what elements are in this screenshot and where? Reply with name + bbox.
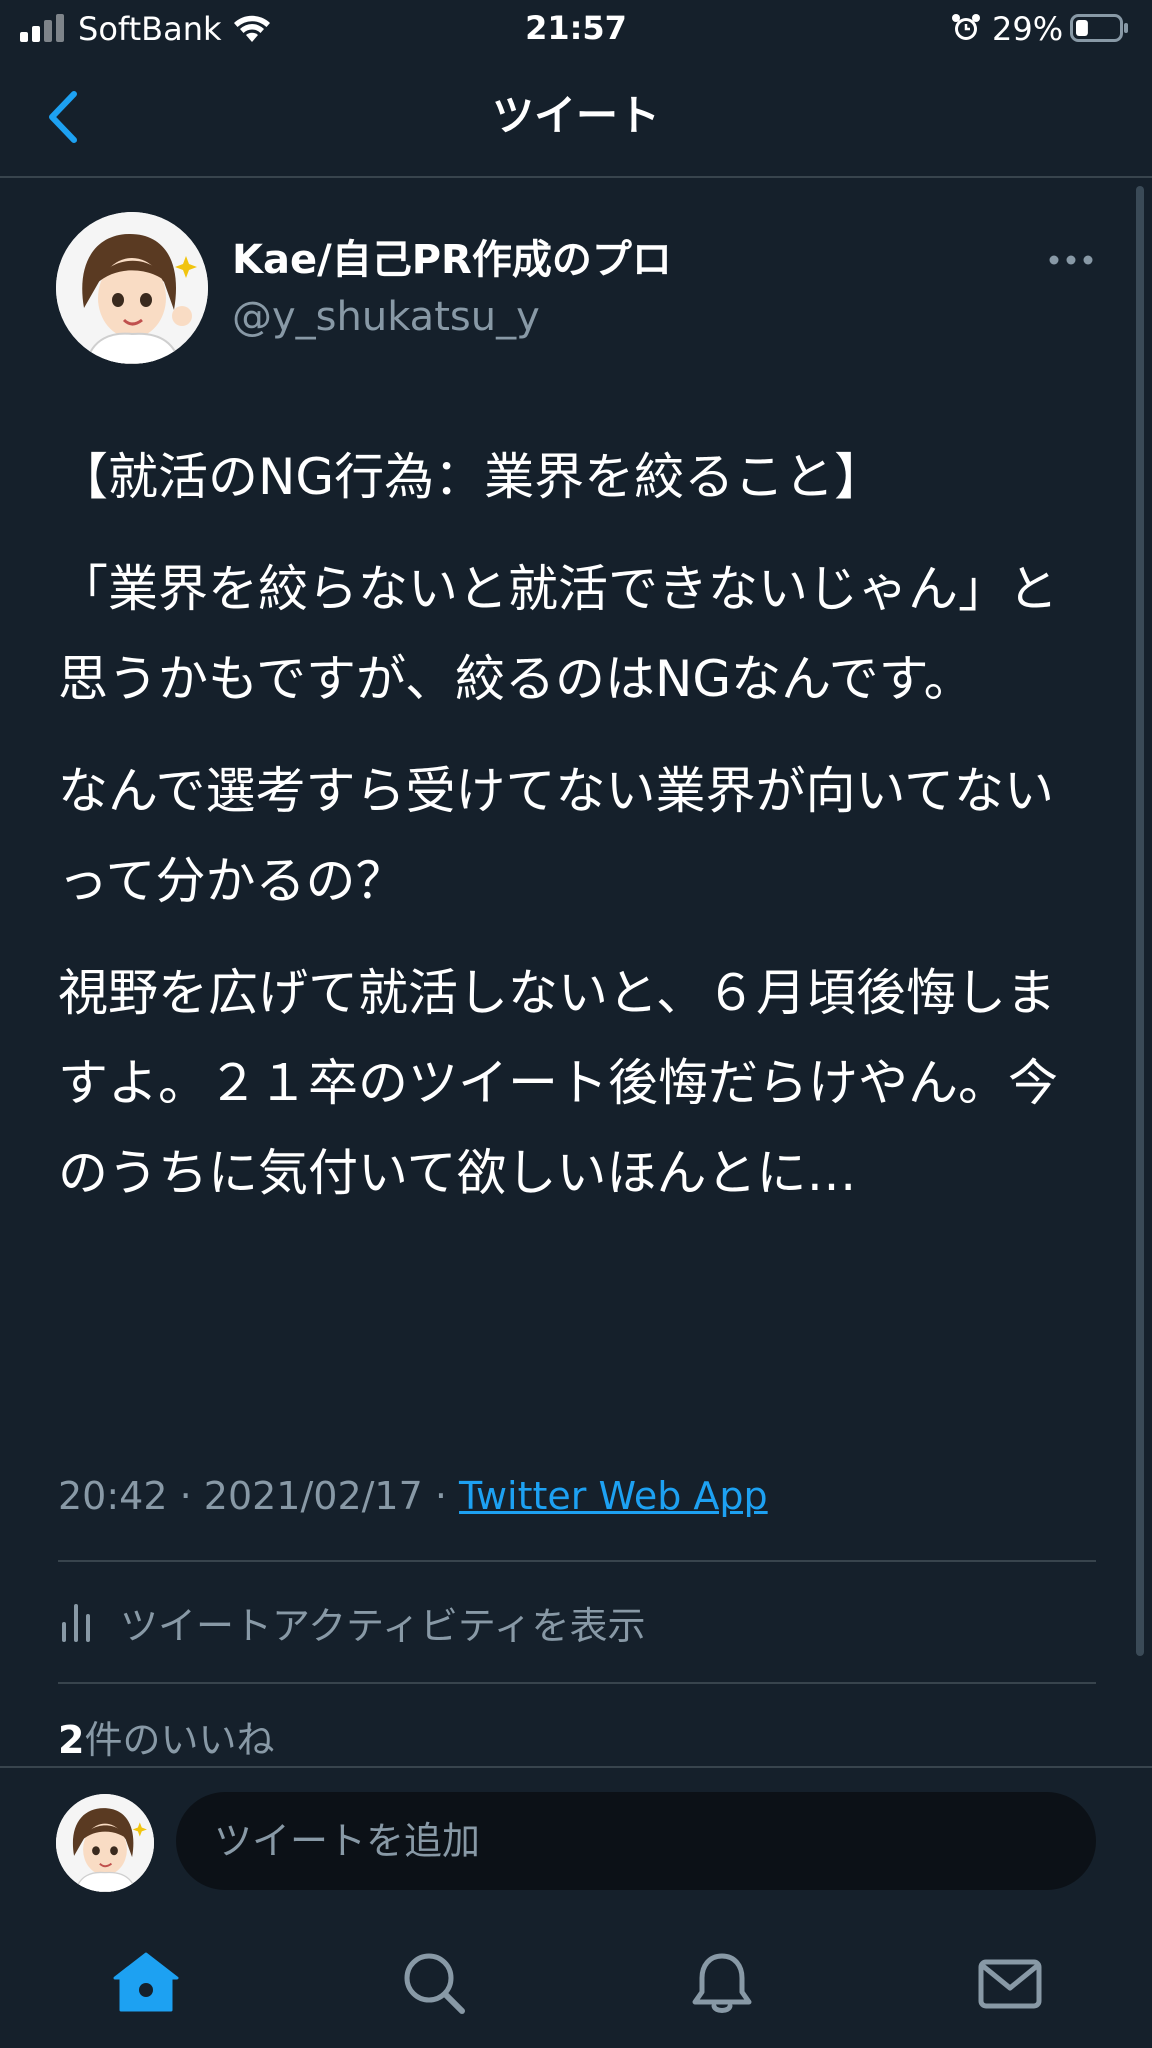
more-horizontal-icon bbox=[1049, 255, 1093, 265]
tweet-source-link[interactable]: Twitter Web App bbox=[459, 1474, 768, 1518]
divider bbox=[58, 1682, 1096, 1684]
likes-count-link[interactable]: 2件のいいね bbox=[58, 1714, 274, 1766]
reply-input[interactable] bbox=[176, 1792, 1096, 1890]
tweet-paragraph: 「業界を絞らないと就活できないじゃん」と思うかもですが、絞るのはNGなんです。 bbox=[58, 560, 1058, 708]
search-icon bbox=[404, 1953, 465, 2014]
tab-messages[interactable] bbox=[975, 1948, 1045, 2018]
tweet-date: 2021/02/17 bbox=[203, 1474, 423, 1518]
likes-count: 2 bbox=[58, 1718, 85, 1762]
tweet-time: 20:42 bbox=[58, 1474, 168, 1518]
tweet-paragraph: なんで選考すら受けてない業界が向いてないって分かるの？ bbox=[58, 762, 1054, 910]
tab-notifications[interactable] bbox=[687, 1948, 757, 2018]
tweet-text: 【就活のNG行為：業界を絞ること】 「業界を絞らないと就活できないじゃん」と思う… bbox=[58, 432, 1088, 1240]
status-bar: SoftBank 21:57 29% bbox=[0, 0, 1152, 58]
likes-label: 件のいいね bbox=[84, 1718, 275, 1762]
header-divider bbox=[0, 176, 1152, 178]
author-handle: @y_shukatsu_y bbox=[232, 294, 540, 340]
tweet-paragraph: 【就活のNG行為：業界を絞ること】 bbox=[58, 448, 885, 506]
author-display-name[interactable]: Kae/自己PR作成のプロ bbox=[232, 236, 672, 284]
scrollbar[interactable] bbox=[1136, 186, 1144, 1656]
alarm-clock-icon bbox=[952, 14, 980, 40]
user-avatar[interactable] bbox=[56, 1794, 154, 1892]
meta-separator: · bbox=[167, 1474, 204, 1518]
tweet-meta: 20:42 · 2021/02/17 · Twitter Web App bbox=[58, 1470, 768, 1522]
bell-icon bbox=[692, 1953, 752, 2013]
meta-separator: · bbox=[422, 1474, 460, 1518]
composer-divider bbox=[0, 1766, 1152, 1768]
tweet-activity-label: ツイートアクティビティを表示 bbox=[120, 1603, 646, 1648]
more-options-button[interactable] bbox=[1046, 240, 1096, 280]
author-avatar[interactable] bbox=[56, 212, 208, 364]
battery-icon bbox=[1070, 14, 1128, 42]
bar-chart-icon bbox=[62, 1604, 90, 1642]
home-icon bbox=[113, 1952, 179, 2012]
battery-percentage: 29% bbox=[992, 10, 1064, 48]
mail-icon bbox=[978, 1959, 1042, 2009]
avatar-illustration bbox=[56, 1794, 154, 1892]
page-title: ツイート bbox=[491, 91, 660, 140]
avatar-illustration bbox=[56, 212, 208, 364]
tweet-paragraph: 視野を広げて就活しないと、６月頃後悔しますよ。２１卒のツイート後悔だらけやん。今… bbox=[58, 964, 1058, 1202]
tab-search[interactable] bbox=[399, 1948, 469, 2018]
tweet-activity-button[interactable]: ツイートアクティビティを表示 bbox=[58, 1594, 646, 1650]
tab-home[interactable] bbox=[111, 1948, 181, 2018]
divider bbox=[58, 1560, 1096, 1562]
